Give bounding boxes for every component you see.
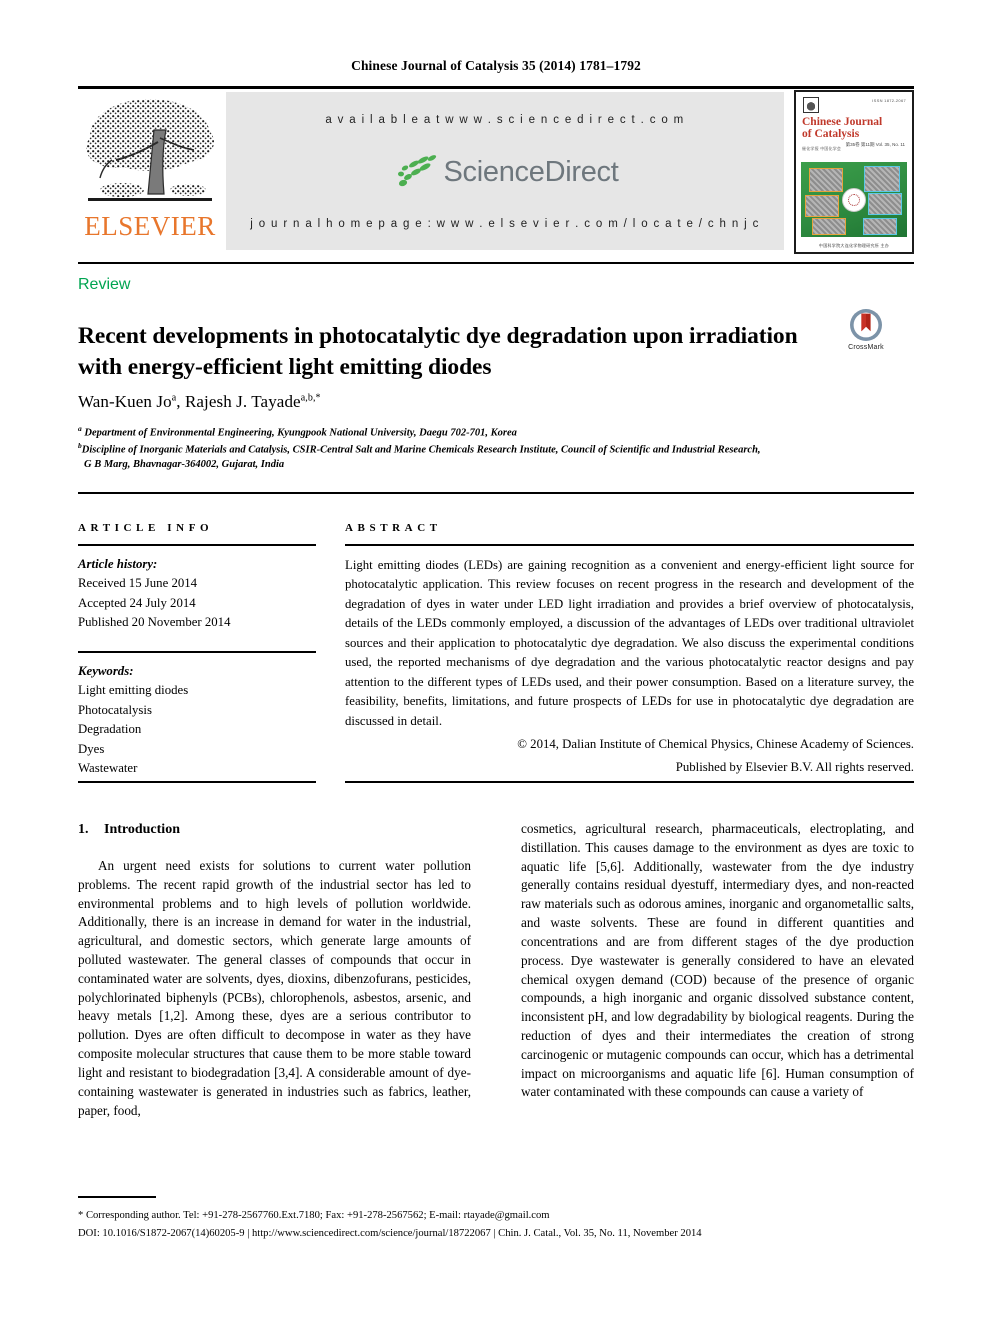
page-title: Recent developments in photocatalytic dy… (78, 322, 798, 380)
publisher-header: ELSEVIER a v a i l a b l e a t w w w . s… (78, 90, 914, 254)
cover-title: Chinese Journal of Catalysis (802, 116, 883, 141)
cover-elsevier-icon (803, 97, 819, 113)
cover-subtitle: 催化学报 中国化学会 (802, 146, 842, 151)
crossmark-badge[interactable]: CrossMark (840, 308, 892, 351)
abstract-column: ABSTRACT Light emitting diodes (LEDs) ar… (345, 522, 914, 778)
cover-micrograph (809, 168, 843, 192)
sciencedirect-logo[interactable]: ScienceDirect (392, 155, 619, 189)
article-history-label: Article history: (78, 557, 158, 571)
journal-article-page: Chinese Journal of Catalysis 35 (2014) 1… (0, 0, 992, 1323)
history-accepted: Accepted 24 July 2014 (78, 595, 196, 610)
section-number: 1. (78, 822, 89, 837)
info-top-rule (78, 492, 914, 494)
abstract-copyright-line-1: © 2014, Dalian Institute of Chemical Phy… (517, 736, 914, 751)
affiliation: a Department of Environmental Engineerin… (78, 424, 914, 441)
cover-artwork (801, 162, 907, 237)
sciencedirect-wordmark: ScienceDirect (443, 155, 619, 188)
crossmark-icon (850, 309, 882, 341)
body-column-right: cosmetics, agricultural research, pharma… (521, 820, 914, 1102)
doi-line[interactable]: DOI: 10.1016/S1872-2067(14)60205-9 | htt… (78, 1225, 914, 1242)
elsevier-wordmark: ELSEVIER (84, 211, 216, 241)
abstract-bottom-rule (345, 781, 914, 783)
keyword-item: Photocatalysis (78, 702, 152, 717)
cover-issn: ISSN 1872-2067 (872, 98, 906, 103)
article-history: Article history: Received 15 June 2014 A… (78, 555, 316, 633)
keywords-block: Keywords: Light emitting diodes Photocat… (78, 662, 316, 779)
abstract-text: Light emitting diodes (LEDs) are gaining… (345, 558, 914, 728)
cover-footer-text: 中国科学院大连化学物理研究所 主办 (818, 243, 890, 248)
cover-masthead: ISSN 1872-2067 Chinese Journal of Cataly… (796, 92, 912, 160)
body-column-left: 1. Introduction An urgent need exists for… (78, 820, 471, 1120)
header-top-rule (78, 86, 914, 89)
elsevier-logo-block[interactable]: ELSEVIER (78, 90, 222, 254)
cover-center-diagram (842, 188, 866, 212)
affiliation-marker: a (78, 424, 82, 433)
corresponding-author-note: * Corresponding author. Tel: +91-278-256… (78, 1210, 550, 1221)
body-paragraph: An urgent need exists for solutions to c… (78, 857, 471, 1118)
affiliation-text: Department of Environmental Engineering,… (84, 427, 517, 439)
footnote-rule (78, 1196, 156, 1198)
info-bottom-rule (78, 781, 316, 783)
history-received: Received 15 June 2014 (78, 576, 198, 591)
cover-micrograph (863, 218, 897, 235)
history-published: Published 20 November 2014 (78, 615, 231, 630)
crossmark-label: CrossMark (848, 344, 884, 351)
article-info-heading: ARTICLE INFO (78, 522, 214, 534)
affiliation-continued: G B Marg, Bhavnagar-364002, Gujarat, Ind… (78, 458, 914, 473)
affiliation-text: G B Marg, Bhavnagar-364002, Gujarat, Ind… (84, 459, 285, 470)
article-info-divider (78, 650, 316, 653)
section-heading: 1. Introduction (78, 820, 471, 840)
keyword-item: Wastewater (78, 760, 138, 775)
cover-volume: 第35卷 第11期 Vol. 35, No. 11 (845, 142, 905, 147)
article-info-underline (78, 544, 316, 546)
journal-homepage-text: j o u r n a l h o m e p a g e : w w w . … (250, 218, 760, 230)
body-paragraph: cosmetics, agricultural research, pharma… (521, 821, 914, 1100)
abstract-copyright-line-2: Published by Elsevier B.V. All rights re… (675, 760, 914, 775)
author-affiliation-marker: a (171, 392, 177, 404)
journal-cover-image[interactable]: ISSN 1872-2067 Chinese Journal of Cataly… (794, 90, 914, 254)
available-at-text: a v a i l a b l e a t w w w . s c i e n … (325, 114, 685, 126)
section-title: Introduction (104, 822, 180, 837)
affiliation-text: Discipline of Inorganic Materials and Ca… (81, 444, 761, 456)
author-name: Rajesh J. Tayade (184, 392, 301, 411)
abstract-underline (345, 544, 914, 546)
author-affiliation-marker: a,b,* (300, 392, 321, 404)
author-name: Wan-Kuen Jo (78, 392, 172, 411)
cover-micrograph (805, 195, 839, 217)
elsevier-tree-icon (86, 99, 214, 201)
running-head: Chinese Journal of Catalysis 35 (2014) 1… (351, 58, 641, 73)
keywords-label: Keywords: (78, 663, 134, 678)
cover-micrograph (868, 193, 902, 215)
article-info-column: ARTICLE INFO Article history: Received 1… (78, 522, 316, 778)
keyword-item: Dyes (78, 741, 105, 756)
author-list: Wan-Kuen Joa, Rajesh J. Tayadea,b,* (78, 392, 321, 411)
abstract-heading: ABSTRACT (345, 522, 442, 534)
sciencedirect-leaf-icon (397, 155, 436, 187)
cover-micrograph (812, 218, 846, 235)
keyword-item: Degradation (78, 722, 142, 737)
cover-micrograph (864, 166, 900, 192)
sciencedirect-band: a v a i l a b l e a t w w w . s c i e n … (226, 92, 784, 250)
header-bottom-rule (78, 262, 914, 264)
keyword-item: Light emitting diodes (78, 683, 189, 698)
article-type-label: Review (78, 276, 131, 293)
affiliation: bDiscipline of Inorganic Materials and C… (78, 441, 914, 458)
